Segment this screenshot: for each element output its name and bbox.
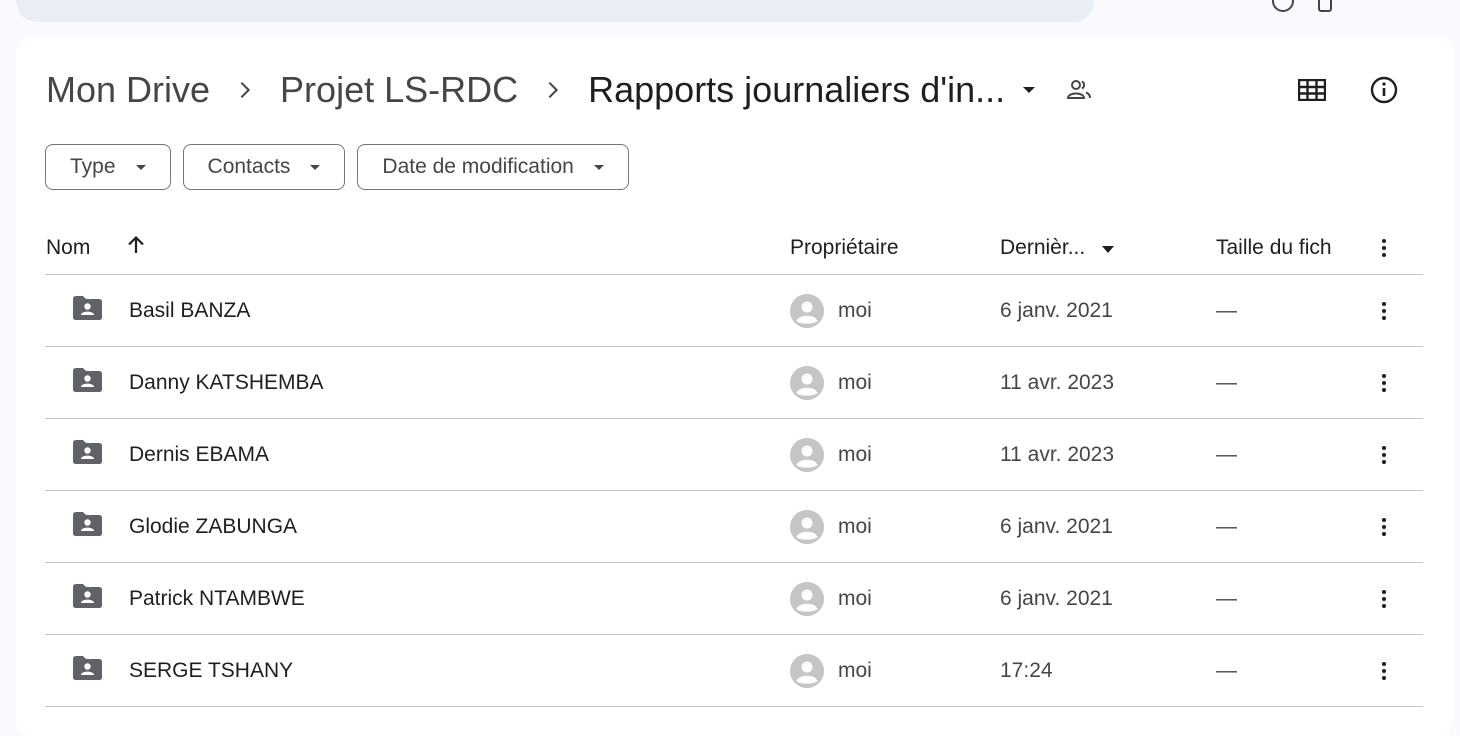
filter-type-button[interactable]: Type bbox=[45, 144, 171, 190]
shared-folder-icon bbox=[71, 295, 103, 327]
more-vert-icon[interactable] bbox=[1371, 275, 1397, 346]
file-name: Patrick NTAMBWE bbox=[129, 586, 305, 610]
table-row[interactable]: Glodie ZABUNGA moi 6 janv. 2021 — bbox=[45, 491, 1423, 563]
file-size: — bbox=[1216, 442, 1237, 466]
more-vert-icon[interactable] bbox=[1371, 491, 1397, 562]
filter-modified-button[interactable]: Date de modification bbox=[357, 144, 629, 190]
more-vert-icon[interactable] bbox=[1371, 419, 1397, 490]
breadcrumb-item-mon-drive[interactable]: Mon Drive bbox=[46, 69, 210, 111]
file-name-cell[interactable]: Patrick NTAMBWE bbox=[71, 563, 305, 634]
account-circle-icon bbox=[790, 509, 824, 544]
shared-folder-icon bbox=[71, 511, 103, 543]
column-options-more-vert-icon[interactable] bbox=[1371, 222, 1397, 274]
file-size: — bbox=[1216, 370, 1237, 394]
file-size: — bbox=[1216, 514, 1237, 538]
owner-name: moi bbox=[838, 514, 872, 538]
owner-name: moi bbox=[838, 298, 872, 322]
shared-people-icon[interactable] bbox=[1065, 76, 1093, 104]
owner-name: moi bbox=[838, 442, 872, 466]
file-name-cell[interactable]: Glodie ZABUNGA bbox=[71, 491, 297, 562]
table-row[interactable]: Dernis EBAMA moi 11 avr. 2023 — bbox=[45, 419, 1423, 491]
file-name-cell[interactable]: Danny KATSHEMBA bbox=[71, 347, 324, 418]
filter-contacts-button[interactable]: Contacts bbox=[182, 144, 346, 190]
shared-folder-icon bbox=[71, 655, 103, 687]
column-header-size[interactable]: Taille du fich bbox=[1216, 222, 1332, 274]
filter-type-label: Type bbox=[70, 155, 116, 178]
column-header-owner[interactable]: Propriétaire bbox=[790, 222, 899, 274]
filter-contacts-label: Contacts bbox=[207, 155, 291, 178]
file-name: Danny KATSHEMBA bbox=[129, 370, 324, 394]
account-circle-icon bbox=[790, 365, 824, 400]
more-vert-icon[interactable] bbox=[1371, 347, 1397, 418]
file-name-cell[interactable]: SERGE TSHANY bbox=[71, 635, 293, 706]
owner-cell: moi bbox=[790, 275, 872, 346]
owner-name: moi bbox=[838, 370, 872, 394]
folder-menu-caret-icon[interactable] bbox=[1021, 82, 1037, 98]
modified-date: 6 janv. 2021 bbox=[1000, 586, 1113, 610]
file-size: — bbox=[1216, 658, 1237, 682]
column-header-modified-label: Dernièr... bbox=[1000, 236, 1086, 259]
shared-folder-icon bbox=[71, 367, 103, 399]
owner-cell: moi bbox=[790, 563, 872, 634]
breadcrumb-item-projet[interactable]: Projet LS-RDC bbox=[280, 69, 518, 111]
file-name: Basil BANZA bbox=[129, 298, 251, 322]
file-name: Glodie ZABUNGA bbox=[129, 514, 298, 538]
file-name: Dernis EBAMA bbox=[129, 442, 270, 466]
owner-cell: moi bbox=[790, 635, 872, 706]
more-vert-icon[interactable] bbox=[1371, 563, 1397, 634]
modified-date: 6 janv. 2021 bbox=[1000, 514, 1113, 538]
column-header-name[interactable]: Nom bbox=[46, 222, 146, 274]
filter-bar: Type Contacts Date de modification bbox=[45, 144, 629, 190]
owner-cell: moi bbox=[790, 419, 872, 490]
filter-modified-label: Date de modification bbox=[382, 155, 574, 178]
file-browser-panel: Mon Drive Projet LS-RDC Rapports journal… bbox=[16, 36, 1454, 736]
table-row[interactable]: Patrick NTAMBWE moi 6 janv. 2021 — bbox=[45, 563, 1423, 635]
account-circle-icon bbox=[790, 653, 824, 688]
breadcrumb: Mon Drive Projet LS-RDC Rapports journal… bbox=[46, 68, 1093, 112]
modified-date: 11 avr. 2023 bbox=[1000, 370, 1115, 394]
caret-down-icon bbox=[135, 164, 146, 170]
account-circle-icon bbox=[790, 581, 824, 616]
chevron-right-icon bbox=[210, 79, 280, 101]
modified-date: 17:24 bbox=[1000, 658, 1053, 682]
table-header: Nom Propriétaire Dernièr... Taille du fi… bbox=[45, 222, 1423, 275]
info-icon[interactable] bbox=[1366, 72, 1402, 108]
owner-cell: moi bbox=[790, 491, 872, 562]
column-header-modified[interactable]: Dernièr... bbox=[1000, 222, 1115, 274]
arrow-up-icon[interactable] bbox=[126, 235, 146, 261]
owner-name: moi bbox=[838, 658, 872, 682]
file-size: — bbox=[1216, 298, 1237, 322]
owner-cell: moi bbox=[790, 347, 872, 418]
modified-date: 11 avr. 2023 bbox=[1000, 442, 1115, 466]
owner-name: moi bbox=[838, 586, 872, 610]
breadcrumb-item-current-folder[interactable]: Rapports journaliers d'in... bbox=[588, 69, 1005, 111]
account-circle-icon bbox=[790, 293, 824, 328]
shared-folder-icon bbox=[71, 439, 103, 471]
account-circle-icon bbox=[790, 437, 824, 472]
grid-view-icon[interactable] bbox=[1294, 72, 1330, 108]
file-name-cell[interactable]: Dernis EBAMA bbox=[71, 419, 269, 490]
table-row[interactable]: Danny KATSHEMBA moi 11 avr. 2023 — bbox=[45, 347, 1423, 419]
shared-folder-icon bbox=[71, 583, 103, 615]
file-name-cell[interactable]: Basil BANZA bbox=[71, 275, 250, 346]
caret-down-icon bbox=[310, 164, 321, 170]
more-vert-icon[interactable] bbox=[1371, 635, 1397, 706]
table-row[interactable]: Basil BANZA moi 6 janv. 2021 — bbox=[45, 275, 1423, 347]
chevron-right-icon bbox=[518, 79, 588, 101]
file-size: — bbox=[1216, 586, 1237, 610]
file-list: Basil BANZA moi 6 janv. 2021 — Danny KAT… bbox=[45, 275, 1423, 707]
caret-down-icon bbox=[593, 164, 604, 170]
column-header-name-label: Nom bbox=[46, 236, 91, 259]
modified-date: 6 janv. 2021 bbox=[1000, 298, 1113, 322]
table-row[interactable]: SERGE TSHANY moi 17:24 — bbox=[45, 635, 1423, 707]
sort-caret-down-icon[interactable] bbox=[1101, 236, 1115, 260]
settings-icon[interactable] bbox=[1318, 0, 1332, 12]
file-name: SERGE TSHANY bbox=[129, 658, 294, 682]
search-bar[interactable] bbox=[16, 0, 1094, 22]
help-icon[interactable] bbox=[1272, 0, 1294, 12]
